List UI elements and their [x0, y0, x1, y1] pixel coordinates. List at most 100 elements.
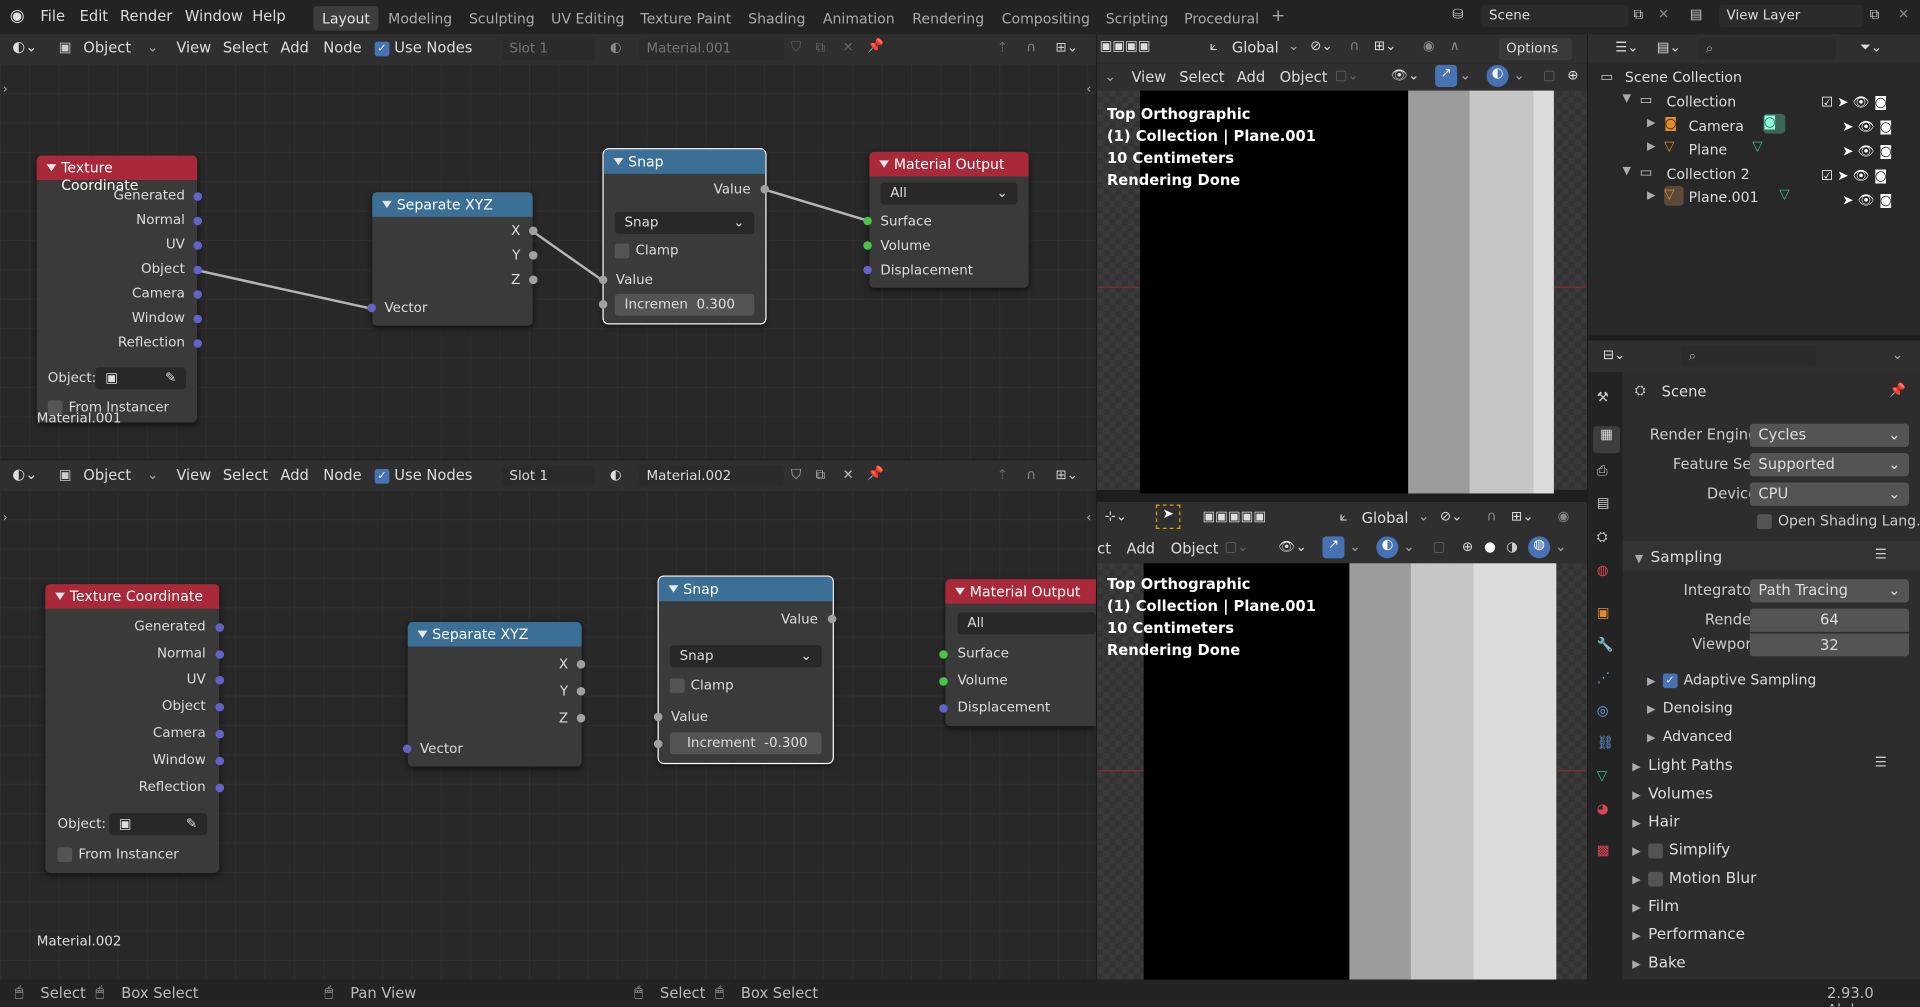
mesh-data-icon[interactable]: ▽: [1752, 138, 1762, 154]
node-header[interactable]: Separate XYZ: [372, 192, 533, 217]
viewport-samples-field[interactable]: 32: [1749, 633, 1909, 657]
view-layer-field[interactable]: View Layer: [1719, 4, 1864, 27]
socket-value-in[interactable]: [598, 275, 608, 285]
menu-view[interactable]: View: [176, 467, 211, 484]
snap-icon[interactable]: ∩: [1026, 467, 1036, 483]
transform-icon[interactable]: ▢⌄: [1225, 539, 1249, 555]
output-tab-icon[interactable]: ⎙: [1597, 463, 1608, 480]
editor-type-icon[interactable]: ⊹⌄: [1104, 508, 1127, 524]
socket-x[interactable]: [528, 226, 538, 236]
socket-volume[interactable]: [939, 677, 948, 686]
gizmo-icon[interactable]: ↗: [1322, 536, 1345, 559]
target-dropdown[interactable]: All ⌄: [880, 182, 1018, 205]
expand-icon[interactable]: ▶: [1647, 190, 1655, 202]
scene-field[interactable]: Scene: [1481, 4, 1629, 27]
socket-x[interactable]: [576, 660, 586, 669]
scene-icon[interactable]: ⛁: [1452, 6, 1463, 22]
presets-icon[interactable]: ☰: [1875, 754, 1887, 770]
proportional-edit-icon[interactable]: ◉: [1558, 508, 1570, 524]
material-tab-icon[interactable]: ◕: [1597, 801, 1609, 817]
scene-tab-icon[interactable]: ⛭: [1597, 529, 1608, 546]
mesh-data-icon[interactable]: ▽: [1779, 186, 1789, 202]
menu-select-truncated[interactable]: ct: [1097, 540, 1111, 557]
menu-select[interactable]: Select: [223, 467, 268, 484]
solid-shading-icon[interactable]: ●: [1484, 539, 1496, 555]
view-layer-tab-icon[interactable]: ▤: [1597, 495, 1610, 511]
snap-node[interactable]: Snap Value Snap ⌄ Clamp Value Increment -…: [657, 575, 834, 765]
editor-type-icon[interactable]: ⊟⌄: [1603, 347, 1626, 363]
pivot-icon[interactable]: ⊘⌄: [1440, 508, 1463, 524]
scene-copy-icon[interactable]: ⧉: [1633, 6, 1643, 23]
outliner-item-collection-2[interactable]: Collection 2: [1667, 165, 1750, 182]
snap-element-icon[interactable]: ⊞⌄: [1511, 508, 1534, 524]
socket-normal[interactable]: [193, 216, 203, 226]
material-output-node[interactable]: Material Output All ⌄ Surface Volume Disp…: [869, 151, 1029, 288]
chevron-down-icon[interactable]: ⌄: [1892, 347, 1903, 363]
socket-surface[interactable]: [939, 650, 948, 659]
material-browse-icon[interactable]: ◐: [610, 467, 622, 483]
constraints-tab-icon[interactable]: ⛓: [1597, 735, 1614, 751]
panel-hair[interactable]: ▶ Hair: [1632, 812, 1679, 830]
snap-node[interactable]: Snap Value Snap ⌄ Clamp Value Incremen 0.…: [602, 148, 767, 325]
scene-close-icon[interactable]: ✕: [1658, 6, 1669, 22]
data-tab-icon[interactable]: ▽: [1597, 768, 1607, 784]
duplicate-icon[interactable]: ⧉: [816, 467, 826, 484]
integrator-dropdown[interactable]: Path Tracing ⌄: [1749, 579, 1909, 603]
socket-generated[interactable]: [193, 192, 203, 201]
node-header[interactable]: Snap: [603, 149, 766, 174]
render-engine-dropdown[interactable]: Cycles ⌄: [1749, 423, 1909, 447]
scene-collection-label[interactable]: Scene Collection: [1625, 69, 1742, 86]
socket-object[interactable]: [193, 265, 203, 275]
panel-bake[interactable]: ▶ Bake: [1632, 953, 1685, 971]
outliner-search-input[interactable]: ⌕: [1698, 37, 1836, 61]
sampling-panel-header[interactable]: ▼ Sampling ☰: [1622, 541, 1920, 571]
target-dropdown[interactable]: All: [957, 612, 1096, 635]
physics-tab-icon[interactable]: ◎: [1597, 703, 1609, 719]
outliner-item-plane[interactable]: Plane: [1689, 141, 1728, 158]
world-tab-icon[interactable]: ◍: [1597, 562, 1609, 578]
properties-search-input[interactable]: ⌕: [1681, 345, 1816, 368]
socket-value-out[interactable]: [827, 614, 837, 624]
separate-xyz-node[interactable]: Separate XYZ X Y Z Vector: [407, 622, 582, 767]
node-header[interactable]: Material Output: [945, 579, 1096, 604]
node-header[interactable]: Material Output: [869, 151, 1029, 177]
menu-add[interactable]: Add: [280, 467, 308, 484]
socket-value-out[interactable]: [760, 184, 769, 194]
socket-camera[interactable]: [193, 290, 203, 299]
pin-icon[interactable]: 📌: [867, 465, 884, 481]
socket-z[interactable]: [528, 275, 538, 285]
node-header[interactable]: Snap: [658, 576, 833, 602]
socket-window[interactable]: [193, 314, 203, 324]
object-picker[interactable]: ▣ ✎: [95, 367, 187, 390]
material-field[interactable]: Material.002: [639, 465, 784, 488]
expand-icon[interactable]: ▼: [1622, 165, 1630, 177]
menu-add[interactable]: Add: [1237, 69, 1265, 86]
overlay-icon[interactable]: ◐: [1486, 64, 1509, 87]
socket-uv[interactable]: [193, 241, 203, 250]
device-dropdown[interactable]: CPU ⌄: [1749, 482, 1909, 506]
feature-set-dropdown[interactable]: Supported ⌄: [1749, 453, 1909, 477]
object-tab-icon[interactable]: ▣: [1597, 605, 1610, 621]
node-header[interactable]: Texture Coordinate: [36, 155, 198, 193]
view-layer-icon[interactable]: ▤: [1690, 6, 1703, 22]
denoising-subpanel[interactable]: ▶ Denoising: [1647, 699, 1733, 716]
add-workspace-icon[interactable]: +: [1271, 6, 1285, 26]
render-tab-icon[interactable]: ▦: [1593, 426, 1621, 454]
snap-icon[interactable]: ∩: [1349, 38, 1359, 54]
menu-object[interactable]: Object: [1171, 540, 1219, 557]
visibility-icon[interactable]: 👁⌄: [1278, 539, 1306, 555]
panel-film[interactable]: ▶ Film: [1632, 896, 1679, 914]
orientation-dropdown[interactable]: Global: [1232, 39, 1279, 56]
snap-type-icon[interactable]: ⊞⌄: [1056, 467, 1079, 483]
increment-field[interactable]: Incremen 0.300: [614, 293, 755, 316]
expand-icon[interactable]: ▶: [1647, 141, 1655, 153]
node-header[interactable]: Separate XYZ: [407, 622, 582, 647]
orientation-dropdown[interactable]: Global: [1362, 509, 1409, 526]
socket-y[interactable]: [576, 686, 586, 696]
increment-field[interactable]: Increment -0.300: [669, 732, 822, 755]
select-box-mode-icons[interactable]: ▣▣▣▣: [1100, 38, 1151, 54]
socket-displacement[interactable]: [863, 265, 872, 275]
socket-increment[interactable]: [653, 739, 663, 749]
panel-light-paths[interactable]: ▶ Light Paths: [1632, 756, 1732, 774]
presets-icon[interactable]: ☰: [1875, 546, 1887, 562]
